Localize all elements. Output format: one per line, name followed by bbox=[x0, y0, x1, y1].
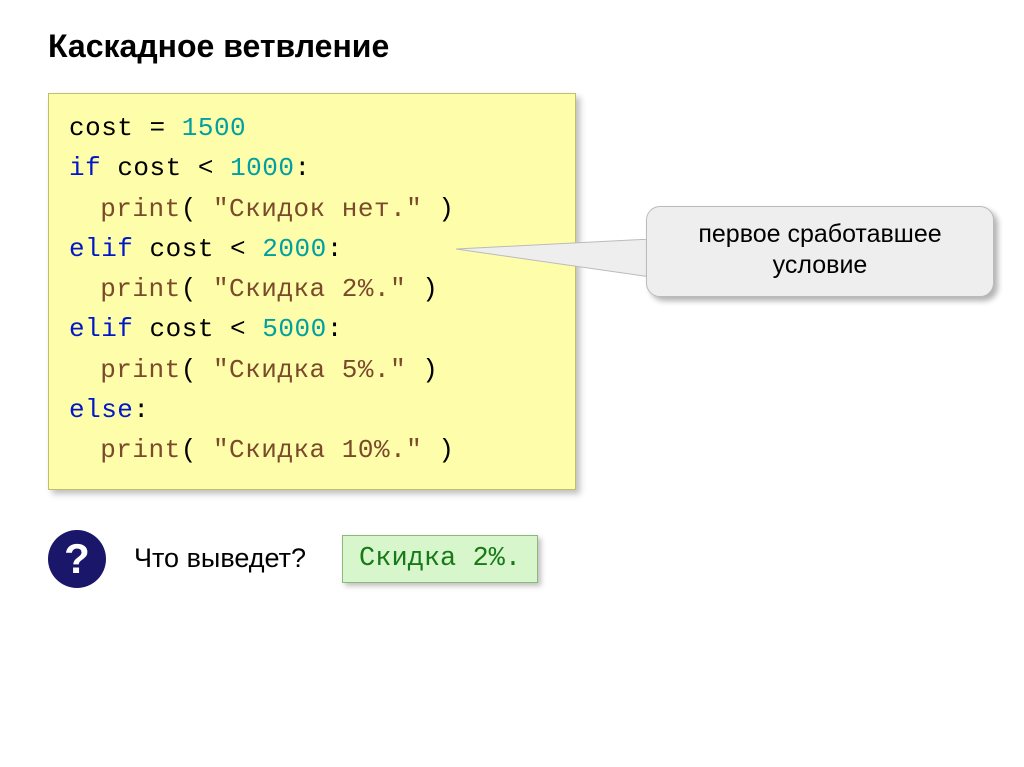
code-token: ( bbox=[181, 194, 213, 224]
code-token: ( bbox=[181, 435, 213, 465]
callout-box: первое сработавшее условие bbox=[646, 206, 994, 297]
code-token: print bbox=[100, 194, 181, 224]
code-line: print( "Скидка 10%." ) bbox=[69, 430, 555, 470]
code-token: 5000 bbox=[262, 314, 326, 344]
code-token: ) bbox=[422, 194, 454, 224]
code-token: : bbox=[294, 153, 310, 183]
code-token: "Скидка 10%." bbox=[213, 435, 422, 465]
code-token: < bbox=[214, 234, 262, 264]
code-token: ) bbox=[406, 274, 438, 304]
code-line: if cost < 1000: bbox=[69, 148, 555, 188]
code-line: print( "Скидка 5%." ) bbox=[69, 350, 555, 390]
question-mark-icon: ? bbox=[48, 530, 106, 588]
code-token: if bbox=[69, 153, 101, 183]
code-token: print bbox=[100, 355, 181, 385]
question-text: Что выведет? bbox=[134, 543, 306, 574]
code-token: "Скидка 2%." bbox=[213, 274, 406, 304]
code-line: print( "Скидка 2%." ) bbox=[69, 269, 555, 309]
question-row: ? Что выведет? Скидка 2%. bbox=[48, 530, 976, 588]
code-token: print bbox=[100, 274, 181, 304]
code-token bbox=[101, 153, 117, 183]
code-token: ) bbox=[406, 355, 438, 385]
code-token: cost bbox=[117, 153, 181, 183]
code-token: : bbox=[327, 314, 343, 344]
answer-box: Скидка 2%. bbox=[342, 535, 538, 583]
code-line: print( "Скидок нет." ) bbox=[69, 189, 555, 229]
code-token: : bbox=[133, 395, 149, 425]
code-line: elif cost < 5000: bbox=[69, 309, 555, 349]
code-token: 1000 bbox=[230, 153, 294, 183]
code-line: elif cost < 2000: bbox=[69, 229, 555, 269]
content-area: cost = 1500 if cost < 1000: print( "Скид… bbox=[48, 93, 976, 588]
code-token: < bbox=[214, 314, 262, 344]
code-token: : bbox=[327, 234, 343, 264]
code-token: elif bbox=[69, 314, 133, 344]
code-line: cost = 1500 bbox=[69, 108, 555, 148]
code-token: else bbox=[69, 395, 133, 425]
code-token: ( bbox=[181, 355, 213, 385]
code-block: cost = 1500 if cost < 1000: print( "Скид… bbox=[48, 93, 576, 490]
code-token: cost bbox=[150, 234, 214, 264]
code-token: 2000 bbox=[262, 234, 326, 264]
code-line: else: bbox=[69, 390, 555, 430]
code-token: "Скидка 5%." bbox=[213, 355, 406, 385]
page-title: Каскадное ветвление bbox=[48, 28, 976, 65]
code-token: cost bbox=[69, 113, 133, 143]
code-token: "Скидок нет." bbox=[213, 194, 422, 224]
code-token: 1500 bbox=[182, 113, 246, 143]
code-token: print bbox=[100, 435, 181, 465]
code-token: cost bbox=[150, 314, 214, 344]
code-token: ( bbox=[181, 274, 213, 304]
code-token: < bbox=[182, 153, 230, 183]
code-token: elif bbox=[69, 234, 133, 264]
code-token: ) bbox=[422, 435, 454, 465]
code-token: = bbox=[133, 113, 181, 143]
